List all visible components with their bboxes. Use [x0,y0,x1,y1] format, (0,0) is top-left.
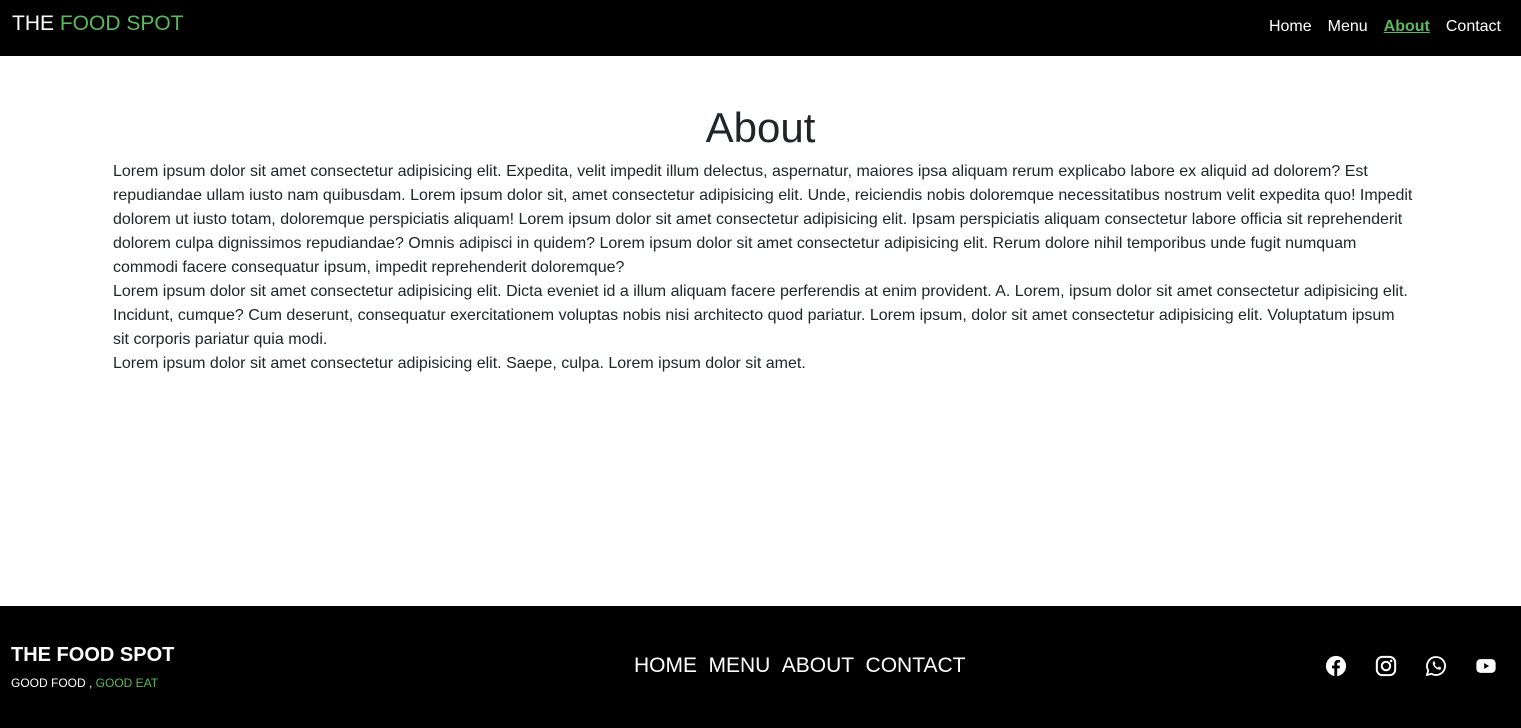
main-nav: Home Menu About Contact [1253,17,1501,37]
brand-text-food-spot: FOOD SPOT [59,12,184,35]
whatsapp-icon[interactable] [1425,655,1447,677]
nav-link-home[interactable]: Home [1269,17,1312,37]
top-navbar: THE FOOD SPOT Home Menu About Contact [0,0,1521,56]
about-paragraph-3: Lorem ipsum dolor sit amet consectetur a… [113,355,806,372]
nav-link-about[interactable]: About [1384,17,1430,37]
footer-link-contact[interactable]: CONTACT [866,654,966,677]
about-paragraph-2: Lorem ipsum dolor sit amet consectetur a… [113,283,1408,348]
footer-brand: THE FOOD SPOT [11,644,175,666]
brand-logo[interactable]: THE FOOD SPOT [12,12,184,36]
brand-text-the: THE [12,12,60,35]
tagline-good-food: GOOD FOOD , [11,676,96,690]
footer-tagline: GOOD FOOD , GOOD EAT [11,675,158,691]
footer-link-menu[interactable]: MENU [708,654,770,677]
about-text: Lorem ipsum dolor sit amet consectetur a… [113,160,1413,376]
tagline-good-eat: GOOD EAT [95,676,159,690]
page-title: About [705,104,816,151]
page: THE FOOD SPOT Home Menu About Contact Ab… [0,0,1521,728]
footer-nav: HOME MENU ABOUT CONTACT [634,654,972,678]
social-links [1325,655,1497,677]
instagram-icon[interactable] [1375,655,1397,677]
main-content: About Lorem ipsum dolor sit amet consect… [0,56,1521,606]
about-paragraph-1: Lorem ipsum dolor sit amet consectetur a… [113,163,1413,276]
youtube-icon[interactable] [1475,655,1497,677]
footer-link-about[interactable]: ABOUT [782,654,854,677]
footer: THE FOOD SPOT GOOD FOOD , GOOD EAT HOME … [0,606,1521,728]
nav-link-contact[interactable]: Contact [1446,17,1501,37]
footer-link-home[interactable]: HOME [634,654,697,677]
nav-link-menu[interactable]: Menu [1328,17,1368,37]
facebook-icon[interactable] [1325,655,1347,677]
